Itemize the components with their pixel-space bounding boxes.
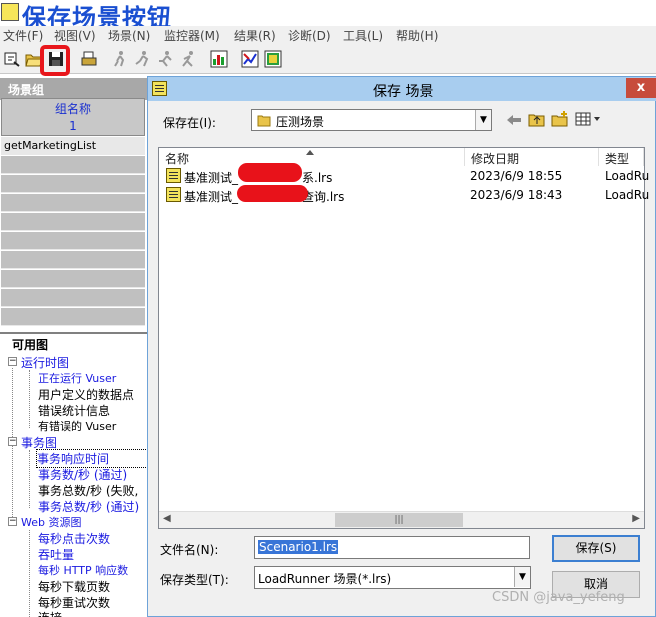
redaction-mark — [237, 185, 308, 202]
file-type: LoadRu — [605, 169, 650, 183]
tree-item[interactable]: 吞吐量 — [38, 546, 74, 563]
dialog-app-icon — [152, 81, 167, 96]
save-button-highlight — [40, 45, 70, 76]
filename-value: Scenario1.lrs — [258, 540, 339, 554]
tree-category-runtime[interactable]: 运行时图 — [21, 354, 69, 371]
scenario-group-header: 场景组 — [0, 78, 148, 100]
column-header-type[interactable]: 类型 — [599, 148, 644, 166]
scrollbar-thumb[interactable]: ||| — [335, 513, 463, 527]
dialog-title: 保存 场景 — [373, 84, 434, 100]
tree-item[interactable]: 事务数/秒 (通过) — [38, 466, 127, 483]
scroll-left-icon[interactable]: ◀ — [163, 513, 171, 524]
tree-item[interactable]: 每秒 HTTP 响应数 — [38, 562, 128, 578]
save-in-dropdown[interactable]: 压测场景 ▼ — [251, 109, 492, 131]
pause-icon[interactable] — [157, 50, 175, 68]
toolbar — [0, 44, 656, 74]
group-row-empty[interactable] — [1, 270, 145, 288]
collapse-icon[interactable]: − — [8, 357, 17, 366]
horizontal-scrollbar[interactable]: ◀ ||| ▶ — [159, 511, 644, 528]
new-scenario-icon[interactable] — [3, 50, 21, 68]
menu-monitor[interactable]: 监控器(M) — [164, 27, 220, 44]
graph-icon[interactable] — [241, 50, 259, 68]
group-row-empty[interactable] — [1, 251, 145, 269]
group-row-empty[interactable] — [1, 289, 145, 307]
group-row-empty[interactable] — [1, 194, 145, 212]
group-row-empty[interactable] — [1, 175, 145, 193]
tree-item[interactable]: 每秒下载页数 — [38, 578, 110, 595]
menu-diagnostics[interactable]: 诊断(D) — [288, 27, 331, 44]
menu-bar: 文件(F) 视图(V) 场景(N) 监控器(M) 结果(R) 诊断(D) 工具(… — [0, 26, 656, 44]
lrs-file-icon — [166, 168, 181, 183]
filename-input[interactable]: Scenario1.lrs — [254, 536, 530, 559]
chevron-down-icon: ▼ — [475, 110, 491, 130]
group-col-title: 组名称 — [54, 102, 91, 116]
column-header-date[interactable]: 修改日期 — [465, 148, 599, 166]
tree-item[interactable]: 事务总数/秒 (失败, — [38, 482, 138, 499]
tree-category-web[interactable]: Web 资源图 — [21, 514, 81, 530]
save-in-label: 保存在(I): — [163, 116, 216, 130]
menu-view[interactable]: 视图(V) — [54, 27, 96, 44]
tree-item[interactable]: 正在运行 Vuser — [38, 370, 116, 386]
filename-label: 文件名(N): — [160, 543, 219, 557]
tree-item[interactable]: 用户定义的数据点 — [38, 386, 134, 403]
menu-help[interactable]: 帮助(H) — [396, 27, 438, 44]
folder-icon — [257, 115, 271, 127]
new-folder-icon[interactable] — [551, 110, 569, 127]
tree-line — [29, 530, 30, 617]
file-type: LoadRu — [605, 188, 650, 202]
tree-item[interactable]: 连接 — [38, 609, 62, 617]
group-row-empty[interactable] — [1, 232, 145, 250]
group-col-number: 1 — [69, 119, 77, 133]
menu-file[interactable]: 文件(F) — [3, 27, 43, 44]
group-row-empty[interactable] — [1, 308, 145, 326]
menu-tools[interactable]: 工具(L) — [343, 27, 383, 44]
print-icon[interactable] — [80, 50, 98, 68]
file-date: 2023/6/9 18:43 — [470, 188, 563, 202]
group-row-empty[interactable] — [1, 213, 145, 231]
app-icon — [1, 3, 19, 21]
chart-icon[interactable] — [264, 50, 282, 68]
collapse-icon[interactable]: − — [8, 437, 17, 446]
up-folder-icon[interactable] — [528, 111, 546, 127]
group-row-empty[interactable] — [1, 156, 145, 174]
redaction-mark — [238, 163, 302, 182]
tree-item[interactable]: 有错误的 Vuser — [38, 418, 116, 434]
file-date: 2023/6/9 18:55 — [470, 169, 563, 183]
filetype-label: 保存类型(T): — [160, 573, 229, 587]
filetype-value: LoadRunner 场景(*.lrs) — [258, 572, 392, 586]
close-button[interactable]: x — [626, 78, 656, 98]
group-row[interactable]: getMarketingList — [1, 137, 145, 155]
stop-icon[interactable] — [134, 50, 152, 68]
save-button[interactable]: 保存(S) — [552, 535, 640, 562]
back-icon[interactable] — [506, 113, 522, 127]
group-name-column[interactable]: 组名称 1 — [1, 98, 145, 136]
analysis-icon[interactable] — [210, 50, 228, 68]
menu-scenario[interactable]: 场景(N) — [108, 27, 150, 44]
tree-item[interactable]: 每秒点击次数 — [38, 530, 110, 547]
tree-line — [29, 450, 30, 508]
run-icon[interactable] — [111, 50, 129, 68]
tree-item[interactable]: 事务总数/秒 (通过) — [38, 498, 139, 515]
view-menu-icon[interactable] — [575, 112, 601, 126]
collapse-icon[interactable]: − — [8, 517, 17, 526]
menu-results[interactable]: 结果(R) — [234, 27, 276, 44]
tree-line — [29, 370, 30, 428]
filetype-dropdown[interactable]: LoadRunner 场景(*.lrs) ▼ — [254, 566, 531, 589]
tree-item[interactable]: 错误统计信息 — [38, 402, 110, 419]
watermark: CSDN @java_yefeng — [492, 590, 625, 605]
available-graphs-header: 可用图 — [0, 332, 148, 352]
chevron-down-icon: ▼ — [514, 567, 530, 587]
step-icon[interactable] — [180, 50, 198, 68]
save-in-value: 压测场景 — [276, 115, 325, 129]
lrs-file-icon — [166, 187, 181, 202]
sort-asc-icon — [306, 150, 314, 155]
scroll-right-icon[interactable]: ▶ — [632, 513, 640, 524]
